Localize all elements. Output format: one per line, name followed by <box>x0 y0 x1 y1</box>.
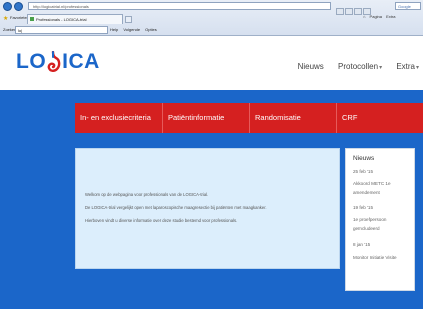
news-title: Nieuws <box>353 155 375 162</box>
page-body: LO ICA Nieuws Protocollen▾ Extra▾ In- en… <box>0 36 423 309</box>
new-tab-button[interactable] <box>125 16 132 23</box>
tab-patientinformatie[interactable]: Patiëntinformatie <box>162 103 224 133</box>
tab-inclusiecriteria[interactable]: In- en exclusiecriteria <box>75 103 151 133</box>
options-button[interactable]: Opties <box>145 27 157 32</box>
news-item-link[interactable]: 1e proefpersoon <box>353 217 386 222</box>
logo-text-ica: ICA <box>62 50 100 73</box>
command-extra[interactable]: Extra <box>386 14 395 19</box>
browser-tab-active[interactable]: Professionals - LOGICA-trial <box>27 14 123 24</box>
nav-nieuws[interactable]: Nieuws <box>298 62 324 71</box>
tab-crf[interactable]: CRF <box>336 103 357 133</box>
tab-row: ★ Favorieten Professionals - LOGICA-tria… <box>0 12 423 24</box>
command-pagina[interactable]: Pagina <box>370 14 382 19</box>
chevron-down-icon: ▾ <box>379 65 383 71</box>
tab-randomisatie[interactable]: Randomisatie <box>249 103 301 133</box>
next-button[interactable]: Volgende <box>123 27 140 32</box>
command-bar: ⌂ Pagina Extra <box>360 14 395 19</box>
address-bar[interactable]: http://logicatrial.nl/professionals <box>28 2 331 10</box>
section-nav-bar: In- en exclusiecriteria Patiëntinformati… <box>75 103 423 133</box>
address-row: http://logicatrial.nl/professionals Goog… <box>0 0 423 15</box>
news-date: 19 feb '15 <box>353 205 374 210</box>
zoek-input[interactable]: lo| <box>15 26 108 34</box>
favorites-star-icon[interactable]: ★ <box>3 15 8 22</box>
browser-chrome: http://logicatrial.nl/professionals Goog… <box>0 0 423 36</box>
welcome-line-2: De LOGICA-trial vergelijkt open met lapa… <box>85 205 267 210</box>
top-navigation: Nieuws Protocollen▾ Extra▾ <box>292 62 419 71</box>
news-item-link[interactable]: Monitor Initiatie Visite <box>353 255 397 260</box>
site-header: LO ICA Nieuws Protocollen▾ Extra▾ <box>0 36 423 90</box>
site-logo[interactable]: LO ICA <box>16 50 100 74</box>
nav-extra-label: Extra <box>396 62 415 71</box>
nav-protocollen[interactable]: Protocollen▾ <box>332 62 382 71</box>
news-item-link[interactable]: amendement <box>353 190 380 195</box>
news-panel: Nieuws 25 feb '15 Akkoord METC 1e amende… <box>345 148 415 291</box>
tab-favicon-icon <box>30 17 34 21</box>
news-item-link[interactable]: geïncludeerd <box>353 226 380 231</box>
help-button[interactable]: Help <box>110 27 118 32</box>
home-icon[interactable]: ⌂ <box>363 14 365 19</box>
tab-title: Professionals - LOGICA-trial <box>36 17 87 22</box>
welcome-panel: Welkom op de webpagina voor professional… <box>75 148 340 269</box>
search-row: Zoeken lo| Help Volgende Opties <box>0 24 423 36</box>
address-tools <box>336 2 394 15</box>
stomach-logo-icon <box>47 51 61 73</box>
logo-text-lo: LO <box>16 50 47 73</box>
welcome-line-1: Welkom op de webpagina voor professional… <box>85 192 209 197</box>
search-toolbar: Help Volgende Opties <box>110 27 161 32</box>
nav-extra[interactable]: Extra▾ <box>390 62 419 71</box>
browser-search-box[interactable]: Google <box>395 2 421 10</box>
nav-protocollen-label: Protocollen <box>338 62 379 71</box>
news-item-link[interactable]: Akkoord METC 1e <box>353 181 391 186</box>
news-date: 25 feb '15 <box>353 169 374 174</box>
back-button[interactable] <box>3 2 12 11</box>
news-date: 8 jan '15 <box>353 242 371 247</box>
forward-button[interactable] <box>14 2 23 11</box>
chevron-down-icon: ▾ <box>415 65 419 71</box>
welcome-line-3: Hierboven vindt u diverse informatie ove… <box>85 218 238 223</box>
